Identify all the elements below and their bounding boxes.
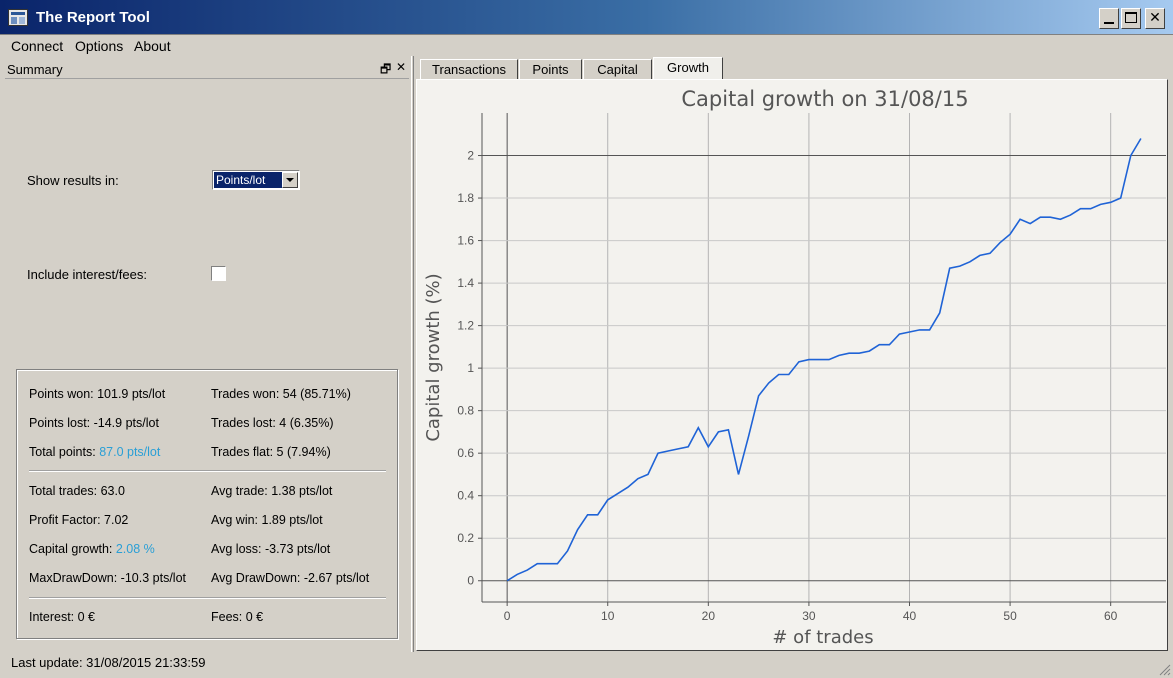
summary-title: Summary <box>7 62 63 77</box>
stats-divider-1 <box>29 470 386 472</box>
growth-series-line <box>506 138 1142 582</box>
x-tick-label: 40 <box>903 609 917 623</box>
chart-title: Capital growth on 31/08/15 <box>681 87 968 111</box>
max-drawdown: MaxDrawDown: -10.3 pts/lot <box>29 571 187 585</box>
total-trades: Total trades: 63.0 <box>29 484 125 498</box>
avg-loss: Avg loss: -3.73 pts/lot <box>211 542 331 556</box>
show-results-value: Points/lot <box>214 172 282 188</box>
x-tick-label: 10 <box>601 609 615 623</box>
splitter-handle[interactable] <box>411 56 414 652</box>
y-tick-label: 1.6 <box>457 234 474 248</box>
stats-divider-2 <box>29 597 386 599</box>
title-bar[interactable]: The Report Tool ✕ <box>0 0 1173 35</box>
total-points-value: 87.0 pts/lot <box>99 445 161 459</box>
x-tick-label: 0 <box>504 609 511 623</box>
x-tick-label: 60 <box>1104 609 1118 623</box>
total-points: Total points: 87.0 pts/lot <box>29 445 160 459</box>
app-icon <box>8 9 28 26</box>
menu-bar: Connect Options About <box>0 35 1173 56</box>
y-tick-label: 1.4 <box>457 276 474 290</box>
y-tick-label: 0.8 <box>457 404 474 418</box>
tab-transactions[interactable]: Transactions <box>420 59 518 80</box>
capital-growth: Capital growth: 2.08 % <box>29 542 155 556</box>
y-axis-label: Capital growth (%) <box>423 273 444 441</box>
tab-capital[interactable]: Capital <box>583 59 652 80</box>
interest: Interest: 0 € <box>29 610 96 624</box>
maximize-icon <box>1125 12 1137 23</box>
fees: Fees: 0 € <box>211 610 264 624</box>
y-tick-label: 1.8 <box>457 191 474 205</box>
growth-chart: 0 10 20 30 40 50 60 0 0.2 0.4 0.6 0.8 1 1.2 1.4 1.6 1.8 2… <box>423 87 1166 648</box>
menu-connect[interactable]: Connect <box>11 38 63 54</box>
menu-options[interactable]: Options <box>75 38 123 54</box>
capital-growth-label: Capital growth: <box>29 542 113 556</box>
y-tick-label: 0.4 <box>457 489 474 503</box>
trades-won: Trades won: 54 (85.71%) <box>211 387 351 401</box>
tab-points[interactable]: Points <box>519 59 582 80</box>
points-lost: Points lost: -14.9 pts/lot <box>29 416 159 430</box>
y-tick-label: 0 <box>467 574 474 588</box>
y-tick-label: 1 <box>467 361 474 375</box>
y-tick-label: 1.2 <box>457 319 474 333</box>
x-tick-label: 50 <box>1003 609 1017 623</box>
status-bar: Last update: 31/08/2015 21:33:59 <box>11 655 206 670</box>
total-points-label: Total points: <box>29 445 96 459</box>
trades-lost: Trades lost: 4 (6.35%) <box>211 416 334 430</box>
show-results-select[interactable]: Points/lot <box>212 170 300 190</box>
avg-drawdown: Avg DrawDown: -2.67 pts/lot <box>211 571 370 585</box>
growth-tab-pane: 0 10 20 30 40 50 60 0 0.2 0.4 0.6 0.8 1 1.2 1.4 1.6 1.8 2… <box>416 79 1168 651</box>
avg-win: Avg win: 1.89 pts/lot <box>211 513 323 527</box>
tab-growth[interactable]: Growth <box>653 57 723 80</box>
capital-growth-value: 2.08 % <box>115 542 155 556</box>
y-tick-label: 0.6 <box>457 446 474 460</box>
x-axis-label: # of trades <box>772 627 873 648</box>
x-tick-label: 20 <box>702 609 716 623</box>
show-results-label: Show results in: <box>27 173 119 188</box>
close-icon: ✕ <box>1149 10 1161 26</box>
minimize-button[interactable] <box>1099 8 1119 29</box>
y-tick-label: 0.2 <box>457 531 474 545</box>
summary-dock-title: Summary 🗗 ✕ <box>5 60 409 79</box>
float-icon[interactable]: 🗗 <box>380 60 391 81</box>
maximize-button[interactable] <box>1121 8 1141 29</box>
points-won: Points won: 101.9 pts/lot <box>29 387 166 401</box>
include-interest-label: Include interest/fees: <box>27 267 147 282</box>
dropdown-arrow-icon[interactable] <box>282 172 298 188</box>
trades-flat: Trades flat: 5 (7.94%) <box>211 445 331 459</box>
x-tick-label: 30 <box>802 609 816 623</box>
y-tick-label: 2 <box>467 149 474 163</box>
stats-box: Points won: 101.9 pts/lot Trades won: 54… <box>16 369 398 639</box>
profit-factor: Profit Factor: 7.02 <box>29 513 129 527</box>
minimize-icon <box>1104 22 1114 24</box>
close-dock-icon[interactable]: ✕ <box>396 60 406 74</box>
resize-grip-icon[interactable] <box>1159 664 1171 676</box>
window-title: The Report Tool <box>36 9 150 26</box>
close-button[interactable]: ✕ <box>1145 8 1165 29</box>
menu-about[interactable]: About <box>134 38 171 54</box>
include-interest-checkbox[interactable] <box>211 266 226 281</box>
avg-trade: Avg trade: 1.38 pts/lot <box>211 484 333 498</box>
